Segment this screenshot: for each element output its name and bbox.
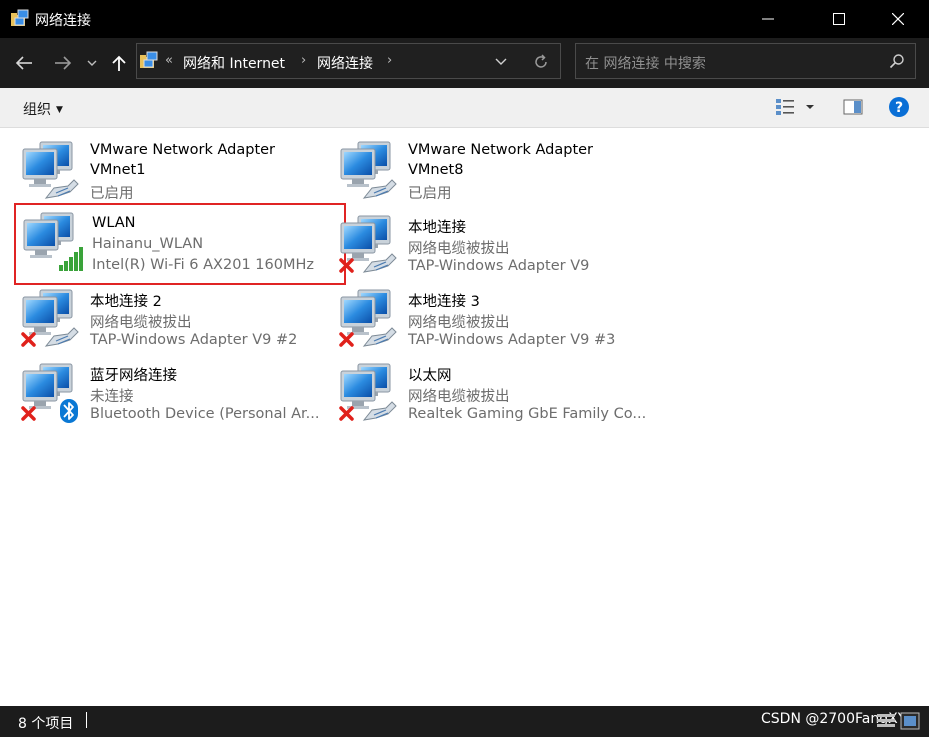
connection-status: 网络电缆被拔出 [408, 389, 510, 405]
connection-status: 未连接 [90, 389, 134, 405]
connection-device: TAP-Windows Adapter V9 [408, 258, 590, 274]
caret-down-icon [806, 105, 814, 109]
connection-name-cont: VMnet1 [90, 162, 146, 178]
minimize-button[interactable] [745, 0, 791, 38]
connection-status: 网络电缆被拔出 [408, 315, 510, 331]
up-button[interactable] [106, 50, 132, 76]
refresh-icon [535, 54, 547, 68]
connection-status: 已启用 [90, 186, 134, 202]
connection-item-vmnet8[interactable]: VMware Network Adapter VMnet8 已启用 [332, 132, 650, 204]
wifi-signal-icon [59, 247, 83, 271]
refresh-button[interactable] [529, 52, 553, 72]
view-options-dropdown[interactable] [801, 96, 819, 118]
organize-label: 组织 [23, 102, 51, 118]
connections-list: VMware Network Adapter VMnet1 已启用 VMware… [0, 128, 929, 706]
connection-item-local-3[interactable]: 本地连接 3 网络电缆被拔出 TAP-Windows Adapter V9 #3 [332, 280, 650, 352]
connection-status: 网络电缆被拔出 [408, 241, 510, 257]
network-adapter-icon [22, 141, 79, 199]
connection-item-wlan[interactable]: WLAN Hainanu_WLAN Intel(R) Wi-Fi 6 AX201… [14, 203, 346, 285]
status-divider [86, 712, 87, 728]
preview-pane-button[interactable] [841, 96, 865, 118]
breadcrumb-chevron-icon[interactable]: › [387, 53, 392, 68]
connection-item-local[interactable]: 本地连接 网络电缆被拔出 TAP-Windows Adapter V9 [332, 206, 650, 278]
window-title: 网络连接 [35, 13, 91, 29]
connection-name: VMware Network Adapter [408, 142, 594, 158]
disconnected-icon [21, 406, 36, 421]
connection-name: 本地连接 2 [90, 294, 162, 310]
item-count: 8 个项目 [18, 716, 74, 732]
breadcrumb-network-internet[interactable]: 网络和 Internet [183, 53, 285, 73]
arrow-right-icon [55, 56, 72, 70]
connection-name-cont: VMnet8 [408, 162, 464, 178]
connection-device: Bluetooth Device (Personal Ar... [90, 406, 320, 422]
view-details-icon [776, 99, 794, 115]
caret-down-icon: ▼ [56, 105, 63, 115]
connection-device: Realtek Gaming GbE Family Co... [408, 406, 647, 422]
disconnected-icon [339, 406, 354, 421]
connection-network: Hainanu_WLAN [92, 236, 204, 252]
connection-item-local-2[interactable]: 本地连接 2 网络电缆被拔出 TAP-Windows Adapter V9 #2 [14, 280, 332, 352]
connection-item-vmnet1[interactable]: VMware Network Adapter VMnet1 已启用 [14, 132, 332, 204]
connection-name: 本地连接 [408, 220, 466, 236]
arrow-left-icon [15, 56, 32, 70]
large-icons-view-icon[interactable] [900, 712, 920, 730]
help-button[interactable]: ? [887, 96, 911, 118]
search-box[interactable]: 在 网络连接 中搜索 [575, 43, 916, 79]
connection-status: 网络电缆被拔出 [90, 315, 192, 331]
address-dropdown-button[interactable] [491, 52, 511, 72]
maximize-icon [833, 13, 845, 25]
preview-pane-icon [843, 99, 863, 115]
address-box[interactable]: « 网络和 Internet › 网络连接 › [136, 43, 561, 79]
bluetooth-icon [60, 399, 78, 423]
close-button[interactable] [875, 0, 921, 38]
navigation-bar: « 网络和 Internet › 网络连接 › 在 网络连接 中搜索 [0, 38, 929, 88]
chevron-down-icon [87, 60, 97, 66]
recent-locations-button[interactable] [82, 50, 102, 76]
title-bar: 网络连接 [0, 0, 929, 38]
network-adapter-icon [339, 363, 397, 421]
connection-name: 蓝牙网络连接 [90, 368, 177, 384]
maximize-button[interactable] [816, 0, 862, 38]
connection-device: TAP-Windows Adapter V9 #3 [408, 332, 616, 348]
network-adapter-icon [21, 289, 79, 347]
breadcrumb-overflow[interactable]: « [165, 53, 173, 68]
status-bar: 8 个项目 CSDN @2700FangXY [0, 706, 929, 737]
command-bar: 组织 ▼ ? [0, 88, 929, 128]
organize-menu-button[interactable]: 组织 ▼ [23, 99, 63, 119]
network-folder-icon [11, 9, 29, 26]
network-folder-icon [140, 51, 158, 68]
change-view-button[interactable] [773, 96, 797, 118]
breadcrumb-chevron-icon[interactable]: › [301, 53, 306, 68]
connection-item-ethernet[interactable]: 以太网 网络电缆被拔出 Realtek Gaming GbE Family Co… [332, 354, 650, 426]
disconnected-icon [339, 258, 354, 273]
network-adapter-icon [339, 215, 397, 273]
search-icon [889, 54, 904, 69]
connection-status: 已启用 [408, 186, 452, 202]
wireless-adapter-icon [23, 212, 83, 271]
connection-device: Intel(R) Wi-Fi 6 AX201 160MHz [92, 257, 314, 273]
connection-name: VMware Network Adapter [90, 142, 276, 158]
connection-name: 以太网 [408, 368, 452, 384]
help-icon: ? [889, 97, 909, 117]
disconnected-icon [21, 332, 36, 347]
connection-item-bluetooth[interactable]: 蓝牙网络连接 未连接 Bluetooth Device (Personal Ar… [14, 354, 332, 426]
connection-name: 本地连接 3 [408, 294, 480, 310]
network-adapter-icon [339, 289, 397, 347]
close-icon [892, 13, 904, 25]
network-adapter-icon [340, 141, 397, 199]
search-input[interactable]: 在 网络连接 中搜索 [585, 53, 706, 73]
back-button[interactable] [11, 50, 37, 76]
connection-name: WLAN [92, 215, 136, 231]
network-adapter-icon [21, 363, 78, 423]
svg-text:?: ? [895, 100, 903, 116]
chevron-down-icon [495, 58, 507, 65]
minimize-icon [762, 18, 774, 20]
forward-button[interactable] [50, 50, 76, 76]
disconnected-icon [339, 332, 354, 347]
details-view-icon[interactable] [876, 712, 896, 730]
arrow-up-icon [112, 55, 126, 71]
connection-device: TAP-Windows Adapter V9 #2 [90, 332, 298, 348]
breadcrumb-network-connections[interactable]: 网络连接 [317, 53, 373, 73]
